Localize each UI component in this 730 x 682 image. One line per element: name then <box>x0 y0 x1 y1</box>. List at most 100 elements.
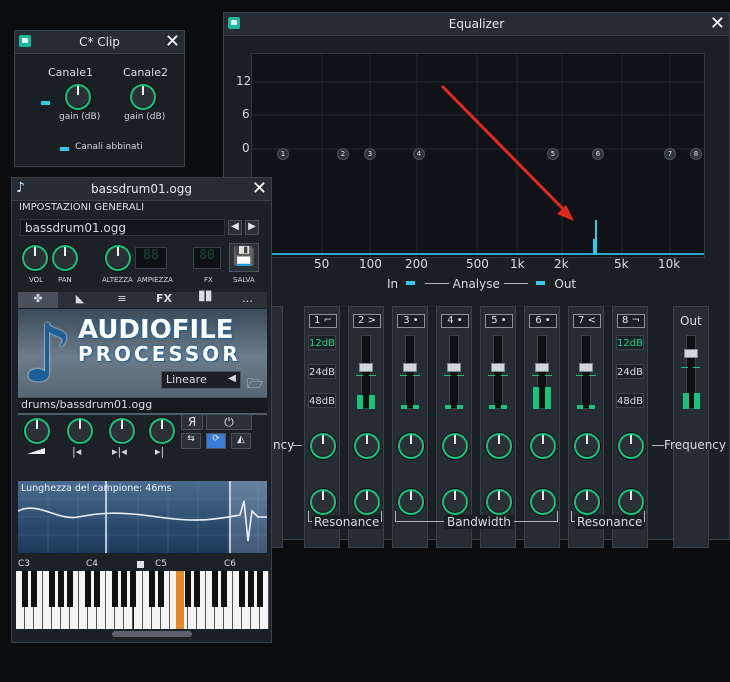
tab-envelope[interactable]: ◣ <box>60 292 100 308</box>
piano-black-key[interactable] <box>94 571 101 607</box>
slope-48dB-button[interactable]: 48dB <box>308 393 336 408</box>
band-frequency-knob[interactable] <box>530 433 556 459</box>
band-gain-slider-track[interactable] <box>493 335 503 409</box>
piano-black-key[interactable] <box>157 571 164 607</box>
band-toggle-button[interactable]: 1 ⌐ <box>309 314 337 328</box>
piano-black-key[interactable] <box>121 571 128 607</box>
close-icon[interactable]: ✕ <box>165 31 180 53</box>
reverse-button[interactable]: Я <box>181 414 203 430</box>
out-slider-handle[interactable] <box>684 349 698 358</box>
band-gain-slider-handle[interactable] <box>535 363 549 372</box>
band-frequency-knob[interactable] <box>354 433 380 459</box>
prev-preset-button[interactable]: ◀ <box>228 220 242 235</box>
piano-black-key[interactable] <box>112 571 119 607</box>
legend-in-swatch[interactable] <box>405 281 415 285</box>
eq-band-node[interactable]: 1 <box>277 148 289 160</box>
link-checkbox[interactable] <box>60 147 69 151</box>
band-gain-slider-handle[interactable] <box>579 363 593 372</box>
equalizer-titlebar[interactable]: Equalizer ✕ <box>224 13 729 36</box>
amplify-knob[interactable] <box>24 418 50 444</box>
volume-knob[interactable] <box>22 245 48 271</box>
loop-point-knob[interactable] <box>149 418 175 444</box>
base-note-marker[interactable] <box>137 561 144 568</box>
piano-black-key[interactable] <box>31 571 38 607</box>
eq-band-node[interactable]: 8 <box>690 148 702 160</box>
slope-12dB-button[interactable]: 12dB <box>616 335 644 350</box>
next-preset-button[interactable]: ▶ <box>245 220 259 235</box>
power-button[interactable]: ⏻ <box>206 414 252 430</box>
band-toggle-button[interactable]: 7 < <box>573 314 601 328</box>
file-path-field[interactable]: drums/bassdrum01.ogg <box>18 397 267 413</box>
gain2-knob[interactable] <box>130 84 156 110</box>
piano-black-key[interactable] <box>22 571 28 607</box>
interpolation-select[interactable]: Lineare ◀ <box>161 371 241 389</box>
close-icon[interactable]: ✕ <box>710 13 725 35</box>
eq-band-node[interactable]: 5 <box>547 148 559 160</box>
piano-black-key[interactable] <box>58 571 65 607</box>
band-gain-slider-track[interactable] <box>581 335 591 409</box>
tab-more[interactable]: … <box>228 292 267 308</box>
save-button[interactable]: 💾 <box>229 243 259 272</box>
tab-fx[interactable]: FX <box>144 292 184 308</box>
piano-black-key[interactable] <box>238 571 245 607</box>
start-point-knob[interactable] <box>67 418 93 444</box>
piano-black-key[interactable] <box>220 571 227 607</box>
piano-black-key[interactable] <box>148 571 155 607</box>
end-point-knob[interactable] <box>109 418 135 444</box>
piano-scrollbar[interactable] <box>16 630 269 638</box>
band-frequency-knob[interactable] <box>310 433 336 459</box>
clip-titlebar[interactable]: C* Clip ✕ <box>15 31 184 54</box>
band-toggle-button[interactable]: 3 • <box>397 314 425 328</box>
piano-black-key[interactable] <box>257 571 264 607</box>
piano-black-key[interactable] <box>67 571 74 607</box>
band-gain-slider-handle[interactable] <box>403 363 417 372</box>
band-frequency-knob[interactable] <box>574 433 600 459</box>
band-frequency-knob[interactable] <box>442 433 468 459</box>
loop-off-button[interactable]: ⇆ <box>181 433 201 449</box>
slope-24dB-button[interactable]: 24dB <box>616 364 644 379</box>
tab-general[interactable]: ✤ <box>18 292 58 308</box>
band-gain-slider-handle[interactable] <box>491 363 505 372</box>
band-gain-slider-handle[interactable] <box>447 363 461 372</box>
piano-black-key[interactable] <box>175 571 184 629</box>
slope-48dB-button[interactable]: 48dB <box>616 393 644 408</box>
piano-black-key[interactable] <box>193 571 200 607</box>
piano-black-key[interactable] <box>211 571 218 607</box>
piano-black-key[interactable] <box>49 571 56 607</box>
eq-band-node[interactable]: 4 <box>413 148 425 160</box>
eq-band-node[interactable]: 3 <box>364 148 376 160</box>
piano-scrollbar-thumb[interactable] <box>112 631 192 637</box>
tab-midi[interactable]: ▊▊ <box>186 292 226 308</box>
band-gain-slider-track[interactable] <box>405 335 415 409</box>
preset-name-field[interactable]: bassdrum01.ogg <box>20 219 225 236</box>
piano-black-key[interactable] <box>130 571 137 607</box>
open-file-icon[interactable]: 🗁 <box>247 375 263 397</box>
band-toggle-button[interactable]: 8 ¬ <box>617 314 645 328</box>
band-gain-slider-handle[interactable] <box>359 363 373 372</box>
band-gain-slider-track[interactable] <box>449 335 459 409</box>
tab-lfo[interactable]: ≡ <box>102 292 142 308</box>
piano-black-key[interactable] <box>184 571 191 607</box>
loop-on-button[interactable]: ⟳ <box>206 433 226 449</box>
slope-12dB-button[interactable]: 12dB <box>308 335 336 350</box>
eq-band-node[interactable]: 7 <box>664 148 676 160</box>
band-frequency-knob[interactable] <box>486 433 512 459</box>
band-toggle-button[interactable]: 4 • <box>441 314 469 328</box>
waveform-view[interactable]: Lunghezza del campione: 46ms <box>18 481 267 553</box>
eq-band-node[interactable]: 2 <box>337 148 349 160</box>
legend-out-swatch[interactable] <box>535 281 545 285</box>
band-toggle-button[interactable]: 2 > <box>353 314 381 328</box>
gain1-knob[interactable] <box>65 84 91 110</box>
piano-black-key[interactable] <box>248 571 254 607</box>
band-frequency-knob[interactable] <box>398 433 424 459</box>
band-toggle-button[interactable]: 5 • <box>485 314 513 328</box>
ping-pong-button[interactable]: ◭ <box>231 433 251 449</box>
piano-keyboard[interactable] <box>16 571 270 629</box>
pan-knob[interactable] <box>52 245 78 271</box>
band-toggle-button[interactable]: 6 • <box>529 314 557 328</box>
eq-graph[interactable] <box>251 53 705 258</box>
piano-black-key[interactable] <box>85 571 92 607</box>
close-icon[interactable]: ✕ <box>252 178 267 200</box>
band-frequency-knob[interactable] <box>618 433 644 459</box>
eq-band-node[interactable]: 6 <box>592 148 604 160</box>
